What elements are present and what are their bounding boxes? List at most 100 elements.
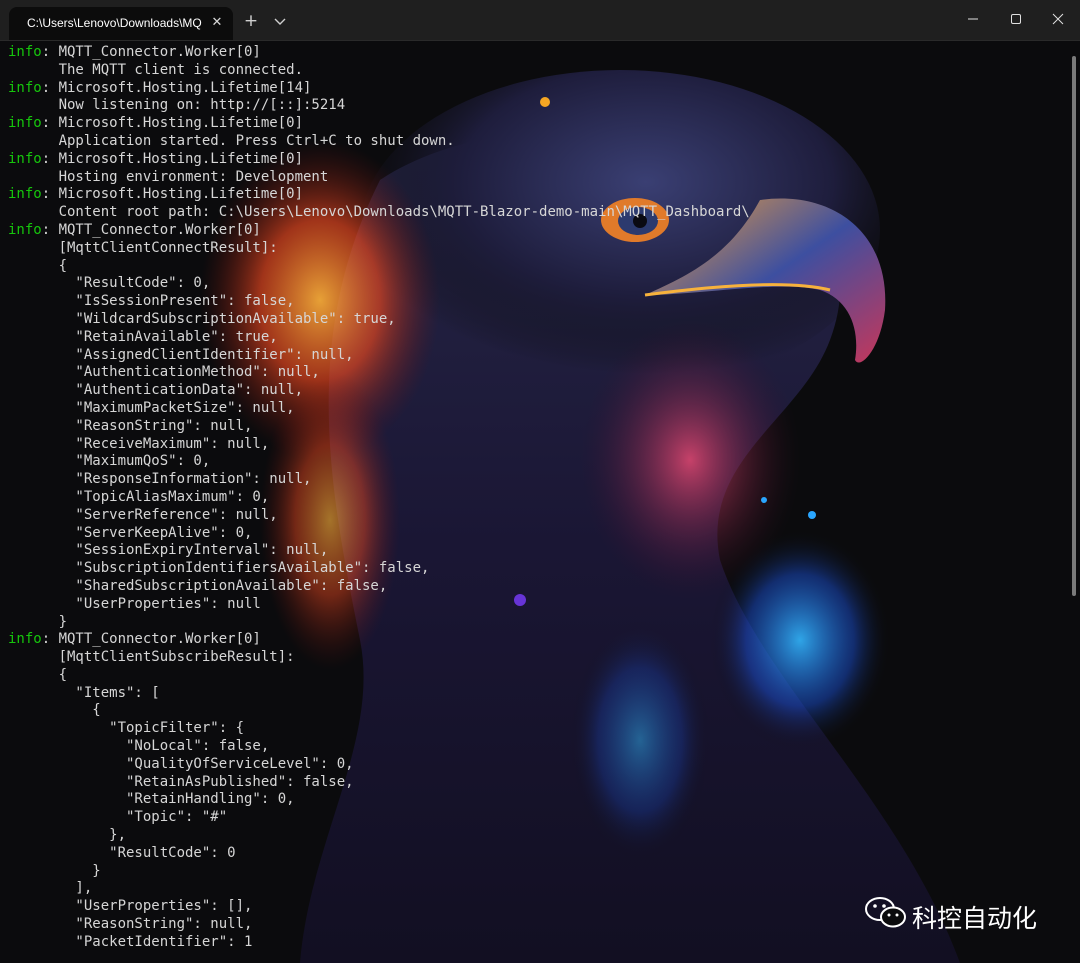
console-line: "TopicFilter": { [8,720,1068,738]
console-line: ], [8,880,1068,898]
log-level-label: info [8,44,42,60]
plus-icon[interactable]: + [241,11,261,31]
log-text: "MaximumPacketSize": null, [8,399,295,416]
log-text: Hosting environment: Development [8,168,329,185]
log-text: "AssignedClientIdentifier": null, [8,346,354,363]
log-text: "RetainHandling": 0, [8,791,295,808]
console-line: "Topic": "#" [8,809,1068,827]
log-text: "ResultCode": 0, [8,275,211,292]
log-text: "ResultCode": 0 [8,844,236,861]
log-text: "ResponseInformation": null, [8,471,312,488]
minimize-button[interactable] [950,0,996,38]
console-line: "TopicAliasMaximum": 0, [8,489,1068,507]
wechat-icon [865,897,906,928]
log-text: "TopicFilter": { [8,720,245,737]
log-level-label: info [8,79,42,96]
log-text: Content root path: C:\Users\Lenovo\Downl… [8,204,750,221]
log-text: Now listening on: http://[::]:5214 [8,97,346,114]
console-line: "ReceiveMaximum": null, [8,436,1068,454]
log-text: : Microsoft.Hosting.Lifetime[0] [41,115,304,132]
log-text: "TopicAliasMaximum": 0, [8,488,270,505]
log-text: "RetainAsPublished": false, [8,773,354,790]
console-line: "IsSessionPresent": false, [8,293,1068,311]
log-text: } [8,613,68,630]
console-line: "NoLocal": false, [8,738,1068,756]
log-text: } [8,862,101,879]
close-icon [1052,13,1064,25]
terminal-pane[interactable]: info: MQTT_Connector.Worker[0] The MQTT … [0,40,1080,963]
log-text: [MqttClientSubscribeResult]: [8,649,295,666]
console-line: }, [8,827,1068,845]
log-text: The MQTT client is connected. [8,61,304,78]
console-line: info: MQTT_Connector.Worker[0] [8,222,1068,240]
log-text: "SharedSubscriptionAvailable": false, [8,577,388,594]
console-output[interactable]: info: MQTT_Connector.Worker[0] The MQTT … [8,44,1068,952]
log-level-label: info [8,631,42,648]
console-line: "ResponseInformation": null, [8,471,1068,489]
title-bar: C:\Users\Lenovo\Downloads\MQ ✕ + [0,0,1080,41]
log-text: : MQTT_Connector.Worker[0] [41,631,261,648]
chevron-down-icon[interactable] [271,12,289,30]
log-text: ], [8,880,93,897]
console-line: [MqttClientSubscribeResult]: [8,649,1068,667]
close-window-button[interactable] [1035,0,1080,38]
maximize-button[interactable] [993,0,1039,38]
console-line: info: MQTT_Connector.Worker[0] [8,44,1068,62]
terminal-window: C:\Users\Lenovo\Downloads\MQ ✕ + info: M… [0,0,1080,963]
log-level-label: info [8,150,42,167]
console-line: "ServerKeepAlive": 0, [8,525,1068,543]
log-text: "NoLocal": false, [8,738,270,755]
console-line: info: MQTT_Connector.Worker[0] [8,631,1068,649]
console-line: "AssignedClientIdentifier": null, [8,347,1068,365]
log-text: "IsSessionPresent": false, [8,293,295,310]
log-text: "ReasonString": null, [8,417,253,434]
maximize-icon [1011,14,1021,24]
log-text: "UserProperties": null [8,595,261,612]
log-text: }, [8,827,127,844]
tab-title: C:\Users\Lenovo\Downloads\MQ [27,16,202,30]
terminal-tab[interactable]: C:\Users\Lenovo\Downloads\MQ ✕ [9,7,233,40]
log-text: { [8,257,68,274]
log-text: "ServerReference": null, [8,506,278,523]
log-text: "ServerKeepAlive": 0, [8,524,253,541]
log-text: "Topic": "#" [8,809,228,826]
console-line: { [8,702,1068,720]
log-text: : MQTT_Connector.Worker[0] [41,44,261,60]
log-text: "RetainAvailable": true, [8,328,278,345]
minimize-icon [968,18,978,20]
log-text: "Items": [ [8,684,160,701]
close-icon[interactable]: ✕ [209,15,225,31]
log-level-label: info [8,221,42,238]
console-line: info: Microsoft.Hosting.Lifetime[14] [8,80,1068,98]
log-level-label: info [8,115,42,132]
console-line: "RetainHandling": 0, [8,791,1068,809]
console-line: "WildcardSubscriptionAvailable": true, [8,311,1068,329]
log-text: "MaximumQoS": 0, [8,453,211,470]
console-line: "SubscriptionIdentifiersAvailable": fals… [8,560,1068,578]
console-line: Content root path: C:\Users\Lenovo\Downl… [8,204,1068,222]
console-line: "RetainAsPublished": false, [8,774,1068,792]
log-text: "SessionExpiryInterval": null, [8,542,329,559]
log-text: "QualityOfServiceLevel": 0, [8,755,354,772]
log-text: "ReasonString": null, [8,916,253,933]
console-line: { [8,258,1068,276]
console-line: "SessionExpiryInterval": null, [8,542,1068,560]
console-line: "AuthenticationData": null, [8,382,1068,400]
scrollbar[interactable] [1072,56,1076,596]
console-line: { [8,667,1068,685]
console-line: "SharedSubscriptionAvailable": false, [8,578,1068,596]
console-line: } [8,614,1068,632]
log-text: "AuthenticationData": null, [8,382,304,399]
watermark-text: 科控自动化 [912,904,1038,933]
log-text: : MQTT_Connector.Worker[0] [41,221,261,238]
console-line: Now listening on: http://[::]:5214 [8,97,1068,115]
log-text: : Microsoft.Hosting.Lifetime[14] [41,79,312,96]
console-line: "MaximumQoS": 0, [8,453,1068,471]
console-line: "RetainAvailable": true, [8,329,1068,347]
console-line: info: Microsoft.Hosting.Lifetime[0] [8,151,1068,169]
log-text: { [8,702,101,719]
log-text: "WildcardSubscriptionAvailable": true, [8,310,396,327]
console-line: "AuthenticationMethod": null, [8,364,1068,382]
console-line: The MQTT client is connected. [8,62,1068,80]
log-text: "UserProperties": [], [8,898,253,915]
